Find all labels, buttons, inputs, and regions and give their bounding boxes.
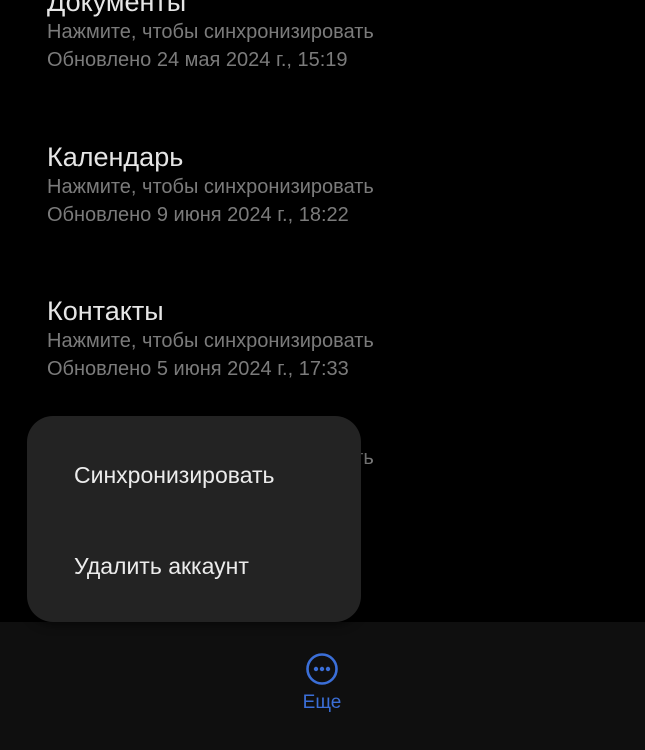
more-button[interactable]: Еще [282,652,362,732]
more-label: Еще [302,692,342,713]
sync-item-documents[interactable]: Документы Нажмите, чтобы синхронизироват… [47,0,607,74]
sync-item-updated: Обновлено 5 июня 2024 г., 17:33 [47,358,349,380]
sync-item-hint: Нажмите, чтобы синхронизировать [47,21,374,43]
sync-item-title: Документы [47,0,187,17]
sync-item-title: Контакты [47,296,164,326]
bottom-action-bar: Еще [0,622,645,750]
sync-item-calendar[interactable]: Календарь Нажмите, чтобы синхронизироват… [47,141,607,229]
sync-item-title: Календарь [47,142,184,172]
account-sync-screen: Документы Нажмите, чтобы синхронизироват… [0,0,645,750]
sync-item-hint: Нажмите, чтобы синхронизировать [47,176,374,198]
more-horizontal-circle-icon [306,653,338,685]
sync-item-updated: Обновлено 9 июня 2024 г., 18:22 [47,204,349,226]
delete-account-menu-item[interactable]: Удалить аккаунт [27,530,361,602]
account-popup-menu: Синхронизировать Удалить аккаунт [27,416,361,622]
sync-item-hint: Нажмите, чтобы синхронизировать [47,330,374,352]
sync-item-contacts[interactable]: Контакты Нажмите, чтобы синхронизировать… [47,295,607,383]
sync-now-menu-item[interactable]: Синхронизировать [27,439,361,511]
sync-item-updated: Обновлено 24 мая 2024 г., 15:19 [47,49,348,71]
